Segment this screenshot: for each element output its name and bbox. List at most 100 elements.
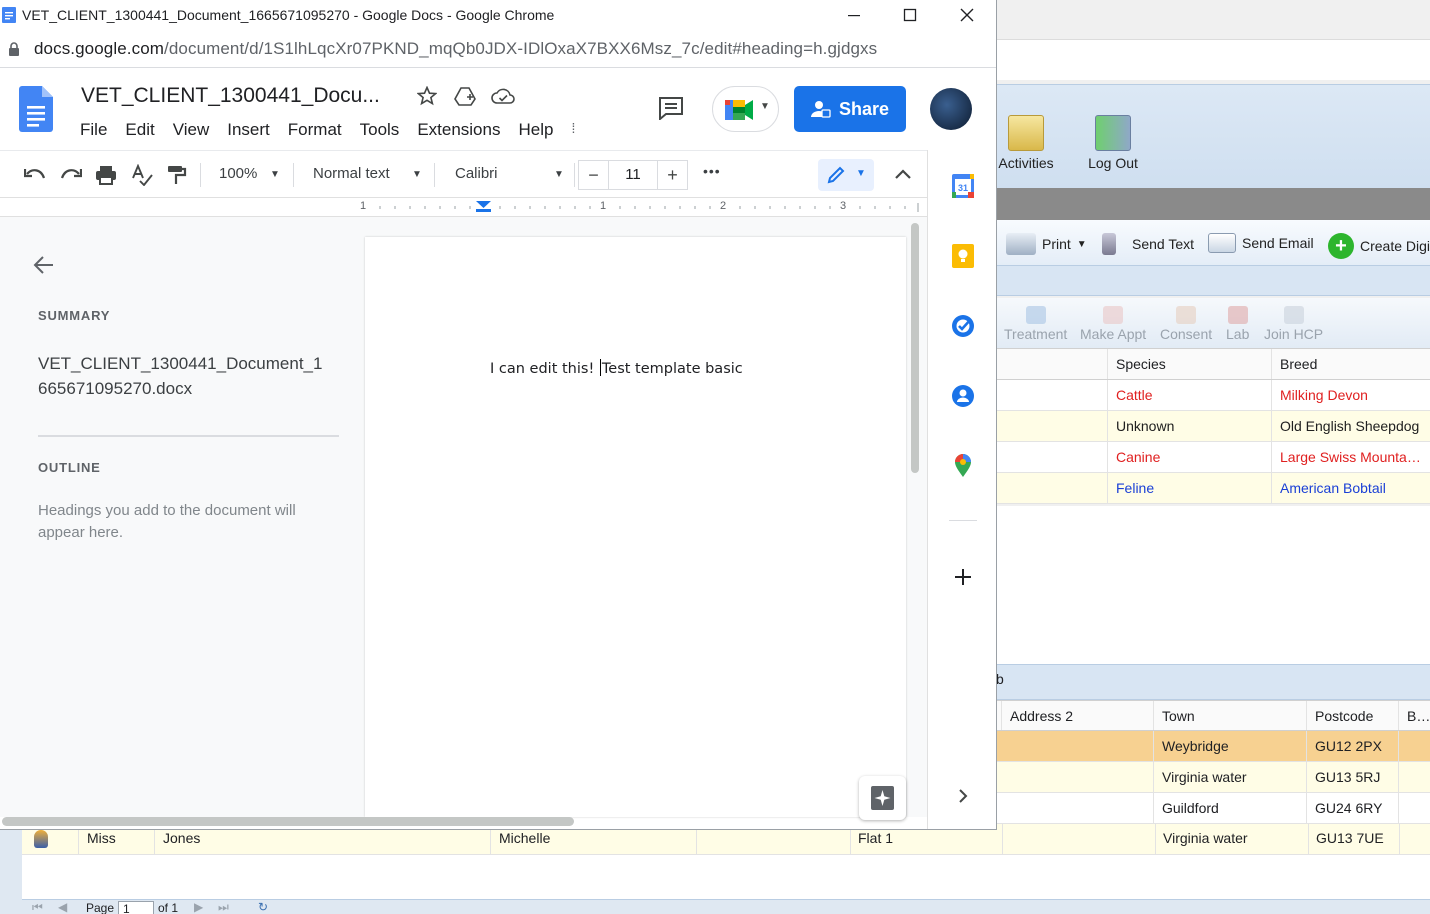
paragraph-style-select[interactable]: Normal text [313,165,390,182]
activities-label: Activities [998,155,1054,171]
undo-icon[interactable] [24,166,46,184]
table-row[interactable]: Feline American Bobtail [996,473,1430,504]
redo-icon[interactable] [60,166,82,184]
star-icon[interactable] [417,86,437,106]
join-hcp-button[interactable]: Join HCP [1264,306,1323,342]
table-row[interactable]: Weybridge GU12 2PX [996,731,1430,762]
paint-format-icon[interactable] [167,164,187,186]
table-row[interactable]: Canine Large Swiss Mountain... [996,442,1430,473]
table-row[interactable]: Cattle Milking Devon [996,380,1430,411]
account-avatar[interactable] [930,88,972,130]
menu-help[interactable]: Help [518,120,553,140]
grid-spacer [996,380,1108,410]
minimize-button[interactable] [825,0,883,30]
menu-insert[interactable]: Insert [227,120,270,140]
menu-edit[interactable]: Edit [125,120,154,140]
meet-button[interactable]: ▼ [712,86,779,132]
contacts-icon[interactable] [951,384,975,408]
page-input[interactable]: 1 [118,901,154,914]
treatment-button[interactable]: Treatment [1004,306,1067,342]
google-docs-logo-icon[interactable] [19,86,53,132]
document-title[interactable]: VET_CLIENT_1300441_Docu... [81,84,380,108]
table-row[interactable]: Unknown Old English Sheepdog [996,411,1430,442]
vertical-scrollbar[interactable] [911,223,919,473]
tasks-icon[interactable] [951,314,975,338]
close-button[interactable] [938,0,996,30]
consent-icon [1176,306,1197,324]
decrease-font-size-button[interactable]: − [578,160,608,190]
add-plus-icon[interactable] [954,568,972,586]
summary-text[interactable]: VET_CLIENT_1300441_Document_166567109527… [38,351,328,401]
print-button[interactable]: Print ▼ [1006,233,1087,255]
address2-header[interactable]: Address 2 [1002,701,1154,730]
menu-extra[interactable]: ⁞ [571,120,575,140]
town-header[interactable]: Town [1154,701,1307,730]
docs-favicon-icon [2,7,16,23]
horizontal-scrollbar[interactable] [2,817,574,826]
horizontal-ruler[interactable]: 1 1 2 3 [0,198,927,217]
url-host: docs.google.com [34,38,165,58]
first-page-icon[interactable]: ⏮ [32,900,43,914]
clients-grid: Address 2 Town Postcode Bus Weybridge GU… [996,700,1430,824]
editing-mode-button[interactable]: ▼ [818,159,874,191]
share-button[interactable]: Share [794,86,906,132]
chevron-up-icon[interactable] [894,168,912,180]
zoom-select[interactable]: 100% [219,165,257,182]
treatment-icon [1025,306,1046,324]
document-body-text[interactable]: I can edit this! Test template basic [490,359,743,377]
back-arrow-icon[interactable] [33,255,55,275]
postcode-header[interactable]: Postcode [1307,701,1399,730]
breed-header[interactable]: Breed [1272,349,1430,379]
font-select[interactable]: Calibri [455,165,498,182]
comments-icon[interactable] [658,96,684,120]
make-appt-label: Make Appt [1080,326,1147,342]
lab-button[interactable]: Lab [1226,306,1249,342]
refresh-icon[interactable]: ↻ [258,900,268,914]
share-label: Share [838,98,890,119]
app-action-toolbar: Print ▼ Send Text Send Email + Create Di… [996,220,1430,266]
prev-page-icon[interactable]: ◀ [58,900,67,914]
table-row[interactable]: Virginia water GU13 5RJ [996,762,1430,793]
activities-button[interactable]: Activities [991,115,1061,171]
species-header[interactable]: Species [1108,349,1272,379]
explore-button[interactable] [859,776,906,820]
chevron-right-icon[interactable] [957,788,969,804]
logout-button[interactable]: Log Out [1078,115,1148,171]
cloud-saved-icon[interactable] [491,88,515,105]
lock-icon [9,41,19,56]
pets-grid-empty-area [996,506,1430,664]
clients-section-band: b [996,664,1430,700]
print-icon[interactable] [95,164,117,186]
last-page-icon[interactable]: ⏭ [218,900,229,914]
consent-button[interactable]: Consent [1160,306,1212,342]
increase-font-size-button[interactable]: + [658,160,688,190]
menu-tools[interactable]: Tools [360,120,400,140]
summary-heading: SUMMARY [38,308,111,323]
town-cell: Guildford [1154,793,1307,823]
table-row[interactable]: Guildford GU24 6RY [996,793,1430,824]
url-text[interactable]: docs.google.com/document/d/1S1lhLqcXr07P… [34,39,877,59]
send-text-button[interactable]: Send Text [1102,233,1194,255]
menu-view[interactable]: View [173,120,210,140]
menu-extensions[interactable]: Extensions [417,120,500,140]
maps-icon[interactable] [954,454,972,478]
maximize-button[interactable] [881,0,939,30]
calendar-icon[interactable]: 31 [952,174,974,198]
font-size-input[interactable]: 11 [608,160,658,190]
document-page[interactable]: I can edit this! Test template basic [365,237,906,817]
more-options-button[interactable]: ••• [703,163,721,179]
address-bar[interactable]: docs.google.com/document/d/1S1lhLqcXr07P… [0,30,996,68]
ruler-mark: 1 [600,200,607,212]
keep-icon[interactable] [952,244,974,268]
make-appt-button[interactable]: Make Appt [1080,306,1146,342]
bus-header[interactable]: Bus [1399,701,1430,730]
breed-cell: Milking Devon [1280,387,1368,403]
move-to-drive-icon[interactable] [454,86,476,106]
menu-file[interactable]: File [80,120,107,140]
spellcheck-icon[interactable] [131,164,153,186]
next-page-icon[interactable]: ▶ [194,900,203,914]
side-panel-divider [949,520,977,521]
create-button[interactable]: + Create Digi [1328,233,1430,259]
send-email-button[interactable]: Send Email [1208,233,1314,253]
menu-format[interactable]: Format [288,120,342,140]
